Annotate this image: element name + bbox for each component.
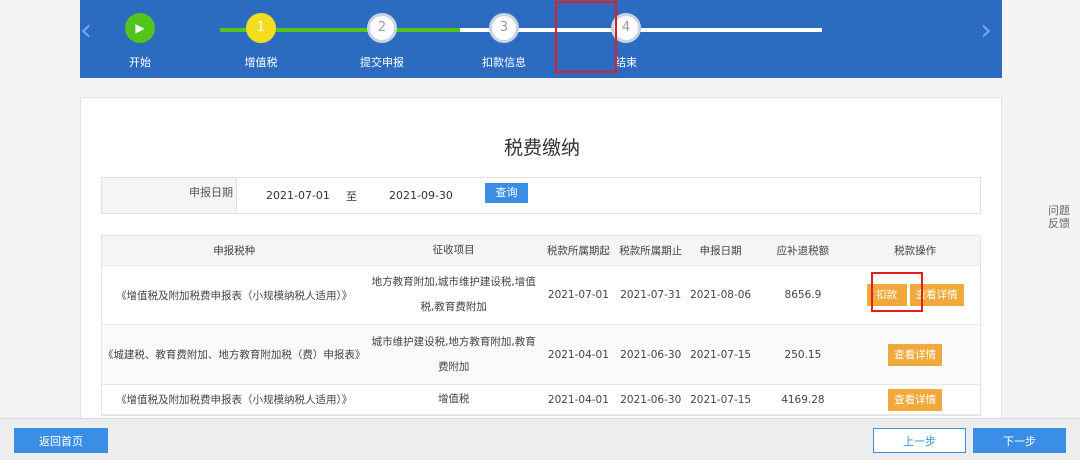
tax-type-cell: 《城建税、教育费附加、地方教育附加税（费）申报表》 [102, 349, 366, 361]
chevron-left-icon[interactable]: ‹ [80, 16, 92, 46]
previous-step-button[interactable]: 上一步 [873, 428, 966, 453]
items-cell: 增值税 [437, 393, 470, 405]
period-start-cell: 2021-04-01 [547, 348, 609, 361]
end-date-field[interactable]: 2021-09-30 [389, 189, 453, 202]
table-row: 《增值税及附加税费申报表（小规模纳税人适用）》 地方教育附加,城市维护建设税,增… [102, 266, 980, 325]
step-label: 提交申报 [360, 56, 404, 69]
table-row: 《城建税、教育费附加、地方教育附加税（费）申报表》 城市维护建设税,地方教育附加… [102, 325, 980, 385]
declare-date-cell: 2021-07-15 [690, 348, 752, 361]
view-detail-button[interactable]: 查看详情 [888, 388, 943, 411]
step-number: 3 [489, 13, 519, 43]
view-detail-button[interactable]: 查看详情 [888, 343, 943, 366]
column-header: 税款所属期止 [619, 245, 683, 257]
chevron-right-icon[interactable]: › [980, 16, 992, 46]
step-label: 增值税 [244, 56, 278, 69]
column-header: 申报税种 [213, 245, 256, 257]
items-cell: 地方教育附加,城市维护建设税,增值税,教育费附加 [371, 276, 536, 313]
step-number: 1 [246, 13, 276, 43]
page-title: 税费缴纳 [503, 137, 580, 159]
step-vat[interactable]: 1 增值税 [244, 13, 278, 69]
date-separator: 至 [346, 190, 357, 203]
query-button[interactable]: 查询 [485, 183, 528, 203]
declare-date-cell: 2021-08-06 [690, 289, 752, 301]
start-date-field[interactable]: 2021-07-01 [266, 189, 330, 202]
period-end-cell: 2021-07-31 [620, 289, 682, 301]
table-row: 《增值税及附加税费申报表（小规模纳税人适用）》 增值税 2021-04-01 2… [102, 385, 980, 415]
progress-stepper: ‹ › ▶ 开始 1 增值税 2 提交申报 3 扣款信息 4 结束 [80, 0, 1002, 78]
step-submit[interactable]: 2 提交申报 [360, 13, 404, 69]
actions-cell: 查看详情 [850, 343, 980, 366]
column-header: 应补退税额 [776, 245, 830, 257]
filter-label: 申报日期 [102, 178, 237, 213]
current-step-highlight [555, 1, 617, 73]
column-header: 申报日期 [699, 245, 742, 257]
step-payment-info[interactable]: 3 扣款信息 [482, 13, 526, 69]
column-header: 税款所属期起 [546, 245, 610, 257]
actions-cell: 查看详情 [850, 388, 980, 411]
period-end-cell: 2021-06-30 [620, 393, 682, 406]
step-start[interactable]: ▶ 开始 [123, 13, 157, 69]
period-start-cell: 2021-04-01 [547, 393, 609, 406]
declaration-table: 申报税种 征收项目 税款所属期起 税款所属期止 申报日期 应补退税额 税款操作 … [101, 235, 981, 416]
column-header: 征收项目 [432, 244, 475, 256]
feedback-link[interactable]: 问题反馈 [1046, 204, 1072, 230]
amount-cell: 250.15 [784, 348, 822, 361]
tax-type-cell: 《增值税及附加税费申报表（小规模纳税人适用）》 [116, 394, 353, 406]
period-start-cell: 2021-07-01 [547, 289, 609, 301]
pay-button-highlight [871, 272, 923, 312]
date-filter: 申报日期 2021-07-01 至 2021-09-30 查询 [101, 177, 981, 214]
step-label: 开始 [129, 56, 151, 69]
table-header-row: 申报税种 征收项目 税款所属期起 税款所属期止 申报日期 应补退税额 税款操作 [102, 236, 980, 266]
tax-type-cell: 《增值税及附加税费申报表（小规模纳税人适用）》 [116, 289, 353, 302]
tax-payment-panel: 税费缴纳 申报日期 2021-07-01 至 2021-09-30 查询 申报税… [80, 97, 1002, 427]
declare-date-cell: 2021-07-15 [690, 393, 752, 406]
play-icon: ▶ [125, 13, 155, 43]
period-end-cell: 2021-06-30 [620, 348, 682, 361]
step-number: 2 [367, 13, 397, 43]
step-label: 扣款信息 [482, 56, 526, 69]
column-header: 税款操作 [894, 245, 937, 257]
next-step-button[interactable]: 下一步 [973, 428, 1066, 453]
items-cell: 城市维护建设税,地方教育附加,教育费附加 [371, 335, 536, 373]
footer-bar: 返回首页 上一步 下一步 [0, 418, 1080, 460]
amount-cell: 4169.28 [781, 393, 825, 406]
back-home-button[interactable]: 返回首页 [14, 428, 108, 453]
amount-cell: 8656.9 [784, 289, 822, 301]
